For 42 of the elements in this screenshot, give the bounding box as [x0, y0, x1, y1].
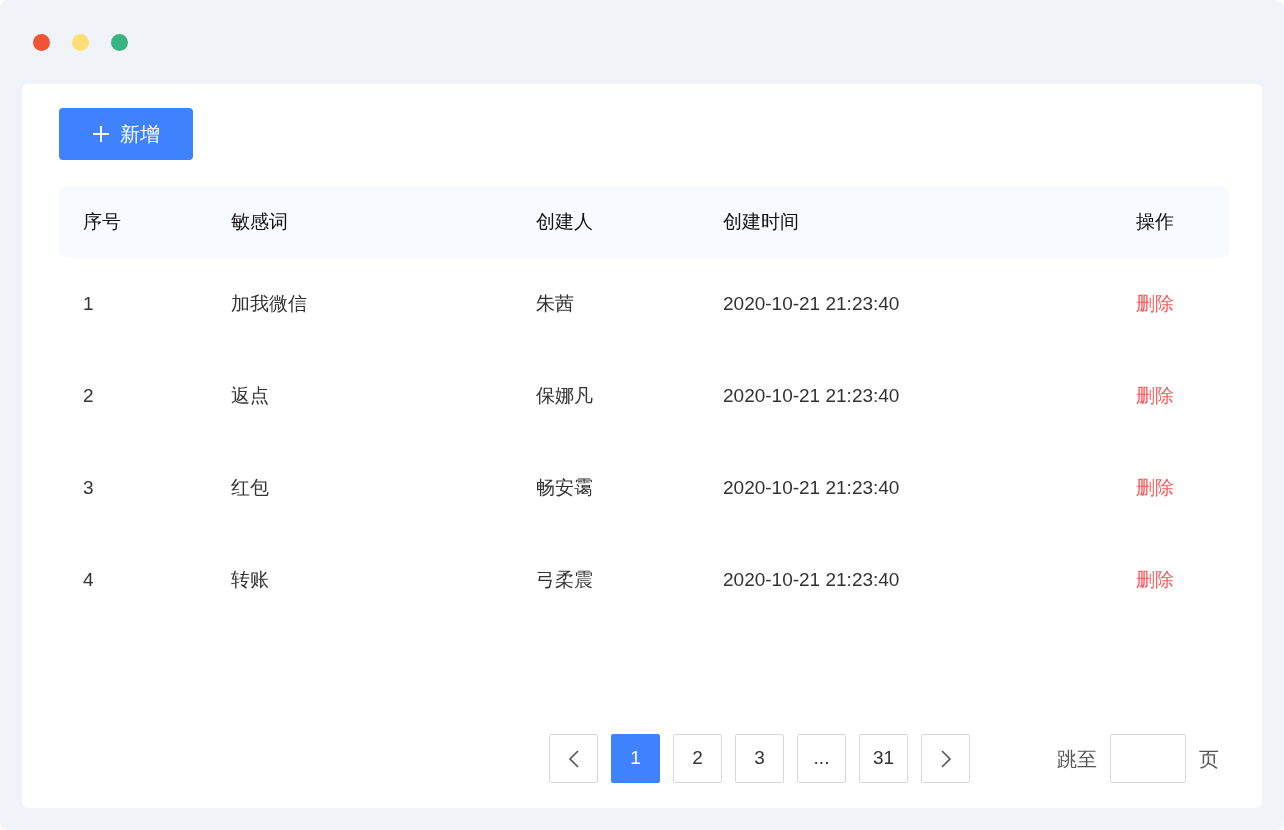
page-button[interactable]: 1	[611, 734, 660, 783]
creator-cell-text: 弓柔震	[535, 567, 594, 592]
column-header: 创建时间	[699, 186, 1112, 258]
delete-link[interactable]: 删除	[1136, 384, 1174, 406]
column-header: 创建人	[512, 186, 699, 258]
index-cell-text: 2	[82, 383, 95, 408]
window-control-dot[interactable]	[111, 33, 128, 51]
column-header: 操作	[1112, 186, 1229, 258]
word-cell-text: 转账	[230, 567, 270, 592]
delete-link[interactable]: 删除	[1136, 568, 1174, 590]
delete-link[interactable]: 删除	[1136, 292, 1174, 314]
time-cell-text: 2020-10-21 21:23:40	[722, 475, 901, 500]
delete-link[interactable]: 删除	[1136, 476, 1174, 498]
creator-cell-text: 朱茜	[535, 291, 575, 316]
word-cell-text: 加我微信	[230, 291, 308, 316]
index-cell-text: 4	[82, 567, 95, 592]
column-header: 敏感词	[207, 186, 512, 258]
next-page-button[interactable]	[921, 734, 970, 783]
chevron-right-icon	[939, 748, 952, 769]
time-cell-text: 2020-10-21 21:23:40	[722, 567, 901, 592]
window-control-dot[interactable]	[33, 33, 50, 51]
index-cell-text: 1	[82, 291, 95, 316]
chevron-left-icon	[567, 748, 580, 769]
word-cell-text: 红包	[230, 475, 270, 500]
creator-cell-text: 畅安霭	[535, 475, 594, 500]
window-control-dot[interactable]	[72, 33, 89, 51]
page-jump-field[interactable]	[1110, 734, 1186, 783]
time-cell-text: 2020-10-21 21:23:40	[722, 291, 901, 316]
creator-cell-text: 保娜凡	[535, 383, 594, 408]
more-pages-button[interactable]: ...	[797, 734, 846, 783]
page-suffix: 页	[1199, 746, 1219, 772]
index-cell-text: 3	[82, 475, 95, 500]
previous-page-button[interactable]	[549, 734, 598, 783]
add-button[interactable]: 新增	[59, 108, 193, 160]
page-button[interactable]: 31	[859, 734, 908, 783]
page-button[interactable]: 2	[673, 734, 722, 783]
jump-label: 跳至	[1057, 746, 1097, 772]
time-cell-text: 2020-10-21 21:23:40	[722, 383, 901, 408]
page-button[interactable]: 3	[735, 734, 784, 783]
plus-icon	[92, 125, 110, 143]
word-cell-text: 返点	[230, 383, 270, 408]
column-header: 序号	[59, 186, 207, 258]
